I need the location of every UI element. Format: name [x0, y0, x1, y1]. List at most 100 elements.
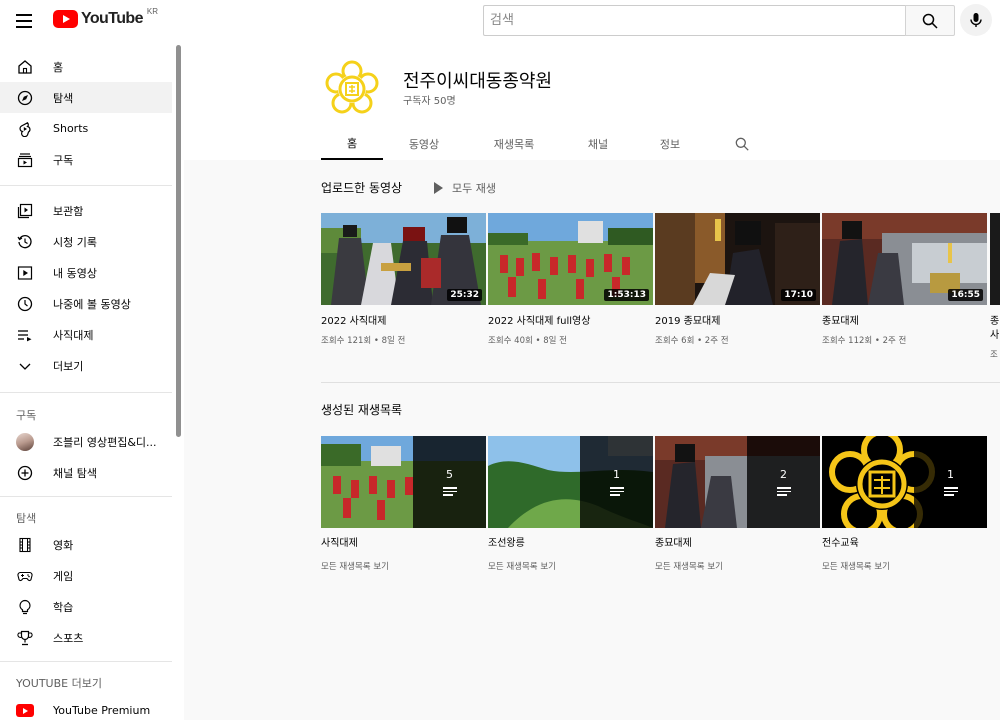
video-metadata: 조회수 6회 • 2주 전	[655, 336, 729, 346]
sidebar-item-sports[interactable]: 스포츠	[0, 622, 172, 653]
sidebar: 홈 탐색 Shorts 구독 보관함 시청 기록 내 동영상 나중에 볼 동영상…	[0, 41, 184, 720]
tab-about[interactable]: 정보	[646, 127, 694, 160]
playlist-icon	[16, 326, 34, 344]
sidebar-item-label: 채널 탐색	[53, 466, 97, 480]
search-icon	[922, 13, 938, 29]
play-all-label: 모두 재생	[452, 182, 496, 195]
playlist-thumbnail[interactable]: 1	[488, 436, 653, 528]
sidebar-item-home[interactable]: 홈	[0, 51, 172, 82]
microphone-icon	[970, 13, 982, 27]
tab-home[interactable]: 홈	[321, 127, 383, 160]
sidebar-item-label: 구독	[53, 153, 74, 167]
video-title[interactable]: 2019 종묘대제	[655, 312, 720, 327]
video-title-line2[interactable]: 사	[990, 326, 999, 341]
sidebar-item-label: 탐색	[53, 91, 74, 105]
video-title[interactable]: 2022 사직대제	[321, 312, 386, 327]
tab-playlists[interactable]: 재생목록	[480, 127, 548, 160]
sidebar-item-playlist[interactable]: 사직대제	[0, 319, 172, 350]
sidebar-item-movies[interactable]: 영화	[0, 529, 172, 560]
view-full-playlist-link[interactable]: 모든 재생목록 보기	[822, 560, 890, 572]
sidebar-item-shorts[interactable]: Shorts	[0, 113, 172, 144]
logo-text: YouTube	[81, 10, 143, 27]
menu-icon[interactable]	[12, 9, 36, 33]
channel-avatar-wrapper	[16, 432, 34, 451]
shorts-icon	[16, 120, 34, 138]
chevron-down-icon	[16, 357, 34, 375]
sidebar-item-my-videos[interactable]: 내 동영상	[0, 257, 172, 288]
video-title[interactable]: 종	[990, 312, 999, 327]
playlist-video-count: 5	[446, 468, 453, 482]
view-full-playlist-link[interactable]: 모든 재생목록 보기	[321, 560, 389, 572]
video-duration: 16:55	[948, 289, 983, 301]
sidebar-item-explore[interactable]: 탐색	[0, 82, 172, 113]
search-box	[483, 5, 906, 36]
sidebar-item-label: 조블리 영상편집&디...	[53, 435, 157, 449]
tab-channels[interactable]: 채널	[574, 127, 622, 160]
playlist-title[interactable]: 전수교육	[822, 534, 859, 549]
playlist-video-count: 2	[780, 468, 787, 482]
sidebar-scrollbar[interactable]	[176, 45, 181, 437]
sidebar-item-subscribed-channel[interactable]: 조블리 영상편집&디...	[0, 426, 172, 457]
sidebar-item-label: 나중에 볼 동영상	[53, 297, 131, 311]
watch-later-icon	[16, 295, 34, 313]
play-all-button[interactable]: 모두 재생	[434, 180, 496, 196]
video-thumbnail[interactable]: 25:32	[321, 213, 486, 305]
sidebar-item-history[interactable]: 시청 기록	[0, 226, 172, 257]
subscriptions-section-title: 구독	[16, 409, 37, 422]
playlist-thumbnail[interactable]: 5	[321, 436, 486, 528]
video-title[interactable]: 2022 사직대제 full영상	[488, 312, 590, 327]
video-thumbnail[interactable]	[990, 213, 1000, 305]
playlist-icon	[776, 487, 791, 496]
more-section-title: YOUTUBE 더보기	[16, 677, 102, 690]
sidebar-item-label: 영화	[53, 538, 74, 552]
search-input[interactable]	[484, 6, 906, 35]
sidebar-item-show-more[interactable]: 더보기	[0, 350, 172, 381]
subscriber-count: 구독자 50명	[403, 96, 456, 107]
search-icon	[735, 137, 749, 151]
sidebar-item-label: 학습	[53, 600, 74, 614]
playlist-thumbnail[interactable]: 2	[655, 436, 820, 528]
sidebar-item-watch-later[interactable]: 나중에 볼 동영상	[0, 288, 172, 319]
voice-search-button[interactable]	[960, 4, 992, 36]
video-title[interactable]: 종묘대제	[822, 312, 859, 327]
uploads-shelf-title[interactable]: 업로드한 동영상	[321, 179, 402, 196]
video-thumbnail[interactable]: 1:53:13	[488, 213, 653, 305]
channel-avatar[interactable]	[321, 57, 383, 119]
playlist-video-count: 1	[947, 468, 954, 482]
sidebar-item-label: 내 동영상	[53, 266, 97, 280]
sidebar-item-label: 시청 기록	[53, 235, 97, 249]
playlists-shelf-title[interactable]: 생성된 재생목록	[321, 401, 402, 418]
playlist-title[interactable]: 종묘대제	[655, 534, 692, 549]
film-icon	[16, 536, 34, 554]
sidebar-item-subscriptions[interactable]: 구독	[0, 144, 172, 175]
playlist-thumbnail[interactable]: 1	[822, 436, 987, 528]
sidebar-item-label: 게임	[53, 569, 74, 583]
top-bar: YouTube KR	[0, 0, 1000, 41]
playlist-video-count: 1	[613, 468, 620, 482]
channel-name: 전주이씨대동종약원	[403, 71, 553, 92]
sidebar-item-gaming[interactable]: 게임	[0, 560, 172, 591]
compass-icon	[16, 89, 34, 107]
video-thumbnail[interactable]: 17:10	[655, 213, 820, 305]
sidebar-item-browse-channels[interactable]: 채널 탐색	[0, 457, 172, 488]
sidebar-item-learning[interactable]: 학습	[0, 591, 172, 622]
view-full-playlist-link[interactable]: 모든 재생목록 보기	[655, 560, 723, 572]
playlist-title[interactable]: 조선왕릉	[488, 534, 525, 549]
video-metadata: 조회수 121회 • 8일 전	[321, 336, 406, 346]
home-icon	[16, 58, 34, 76]
channel-search-button[interactable]	[728, 127, 756, 160]
video-metadata: 조회수 112회 • 2주 전	[822, 336, 907, 346]
video-thumbnail[interactable]: 16:55	[822, 213, 987, 305]
playlist-title[interactable]: 사직대제	[321, 534, 358, 549]
view-full-playlist-link[interactable]: 모든 재생목록 보기	[488, 560, 556, 572]
history-icon	[16, 233, 34, 251]
tab-videos[interactable]: 동영상	[395, 127, 453, 160]
search-button[interactable]	[905, 5, 955, 36]
channel-header: 전주이씨대동종약원 구독자 50명 홈 동영상 재생목록 채널 정보	[184, 41, 1000, 160]
sidebar-item-library[interactable]: 보관함	[0, 195, 172, 226]
sidebar-item-youtube-premium[interactable]: YouTube Premium	[0, 695, 172, 720]
video-duration: 25:32	[447, 289, 482, 301]
play-icon	[434, 182, 443, 194]
youtube-logo[interactable]: YouTube KR	[53, 7, 158, 28]
sidebar-item-label: Shorts	[53, 122, 89, 135]
